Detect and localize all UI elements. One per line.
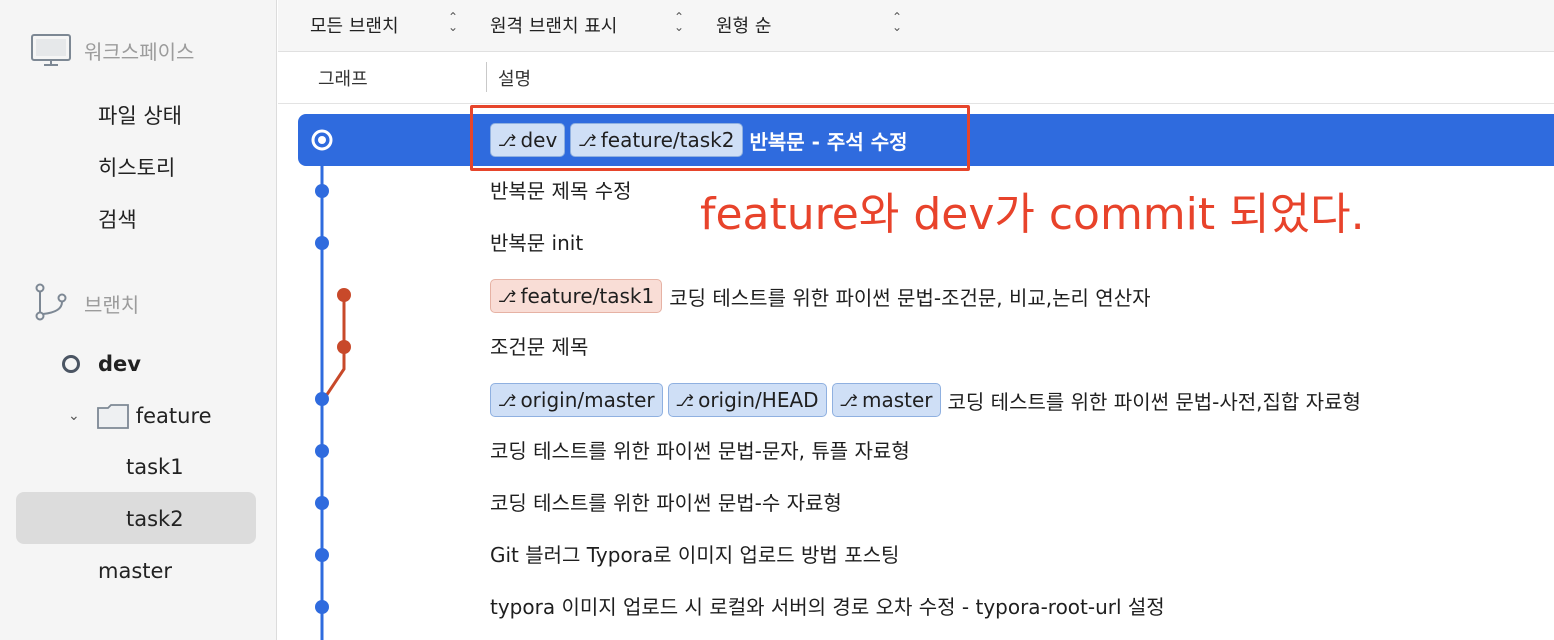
commit-row[interactable]: 코딩 테스트를 위한 파이썬 문법-수 자료형 [278, 466, 1554, 518]
commit-description: ⎇ feature/task1 코딩 테스트를 위한 파이썬 문법-조건문, 비교,… [490, 279, 1151, 313]
col-graph-header[interactable]: 그래프 [318, 65, 368, 91]
commit-message: Git 블러그 Typora로 이미지 업로드 방법 포스팅 [490, 543, 900, 567]
branch-tag[interactable]: ⎇ origin/HEAD [667, 383, 827, 417]
toolbar-header: 모든 브랜치 ⌃ ⌄ 원격 브랜치 표시 ⌃ ⌄ 원형 순 ⌃ ⌄ [278, 0, 1554, 52]
commit-description: 조건문 제목 [490, 331, 588, 360]
order-select[interactable]: 원형 순 [716, 12, 771, 38]
sidebar: 워크스페이스 파일 상태 히스토리 검색 브랜치 dev ⌄ feature t… [0, 0, 277, 640]
column-divider[interactable] [486, 62, 487, 92]
sidebar-branch-task1[interactable]: task1 [126, 455, 184, 479]
commit-row[interactable]: ⎇ origin/master ⎇ origin/HEAD ⎇ master 코딩 테스트를… [278, 362, 1554, 417]
col-desc-header[interactable]: 설명 [498, 65, 531, 91]
column-header: 그래프 설명 [278, 52, 1554, 104]
branch-tag-label: master [861, 388, 933, 412]
sidebar-item-file-status[interactable]: 파일 상태 [98, 100, 182, 130]
branch-tag[interactable]: ⎇ feature/task1 [490, 279, 663, 313]
updown-chevron-icon[interactable]: ⌃ ⌄ [448, 11, 458, 33]
show-remote-select[interactable]: 원격 브랜치 표시 [490, 12, 617, 38]
commit-row[interactable]: Git 블러그 Typora로 이미지 업로드 방법 포스팅 [278, 518, 1554, 570]
sidebar-branch-dev[interactable]: dev [62, 352, 141, 376]
branch-tag[interactable]: ⎇ master [831, 383, 941, 417]
commit-message: 코딩 테스트를 위한 파이썬 문법-문자, 튜플 자료형 [490, 439, 910, 463]
branch-icon: ⎇ [498, 286, 517, 306]
workspace-section[interactable]: 워크스페이스 [30, 32, 194, 68]
sidebar-folder-feature[interactable]: ⌄ feature [68, 402, 212, 430]
chevron-down-icon[interactable]: ⌄ [68, 408, 80, 424]
commit-description: Git 블러그 Typora로 이미지 업로드 방법 포스팅 [490, 539, 899, 568]
branch-dev-label: dev [98, 352, 141, 376]
all-branches-label: 모든 브랜치 [310, 16, 399, 37]
commit-row[interactable]: typora 이미지 업로드 시 로컬와 서버의 경로 오차 수정 - typo… [278, 570, 1554, 622]
folder-icon [96, 404, 129, 429]
commit-description: 반복문 init [490, 227, 583, 256]
commit-row[interactable]: 조건문 제목 [278, 310, 1554, 362]
commit-message: 코딩 테스트를 위한 파이썬 문법-사전,집합 자료형 [947, 389, 1361, 414]
commit-message: 조건문 제목 [490, 335, 589, 359]
commit-message: 코딩 테스트를 위한 파이썬 문법-조건문, 비교,논리 연산자 [669, 285, 1151, 310]
order-label: 원형 순 [716, 16, 772, 37]
updown-chevron-icon[interactable]: ⌃ ⌄ [674, 11, 684, 33]
branch-tag-label: origin/master [520, 388, 655, 412]
commit-description: ⎇ origin/master ⎇ origin/HEAD ⎇ master 코딩 테스트를… [490, 383, 1361, 417]
annotation-text: feature와 dev가 commit 되었다. [700, 189, 1365, 240]
branch-icon: ⎇ [498, 390, 517, 410]
branch-tag-label: origin/HEAD [698, 388, 819, 412]
monitor-icon [31, 34, 71, 66]
sidebar-branch-master[interactable]: master [98, 559, 172, 583]
commit-message: typora 이미지 업로드 시 로컬와 서버의 경로 오차 수정 - typo… [490, 595, 1165, 619]
branch-icon: ⎇ [839, 390, 858, 410]
commit-description: 코딩 테스트를 위한 파이썬 문법-수 자료형 [490, 487, 842, 516]
branch-tag[interactable]: ⎇ origin/master [490, 383, 663, 417]
sidebar-item-search[interactable]: 검색 [98, 204, 137, 234]
commit-row[interactable]: ⎇ feature/task1 코딩 테스트를 위한 파이썬 문법-조건문, 비교,… [278, 258, 1554, 313]
branches-section[interactable]: 브랜치 [30, 282, 139, 324]
commit-description: 반복문 제목 수정 [490, 175, 632, 204]
sidebar-item-history[interactable]: 히스토리 [98, 152, 175, 182]
current-branch-icon [62, 355, 80, 373]
all-branches-select[interactable]: 모든 브랜치 [310, 12, 399, 38]
commit-description: typora 이미지 업로드 시 로컬와 서버의 경로 오차 수정 - typo… [490, 591, 1165, 620]
branch-tag-label: feature/task1 [520, 284, 655, 308]
commit-row[interactable]: 코딩 테스트를 위한 파이썬 문법-문자, 튜플 자료형 [278, 414, 1554, 466]
workspace-label: 워크스페이스 [84, 39, 195, 64]
folder-feature-label: feature [135, 404, 212, 428]
commit-message: 반복문 제목 수정 [490, 179, 632, 203]
branches-label: 브랜치 [84, 292, 140, 317]
branch-icon [35, 283, 67, 321]
sidebar-branch-task2[interactable]: task2 [126, 507, 184, 531]
commit-message: 반복문 init [490, 231, 584, 255]
sourcetree-window: 워크스페이스 파일 상태 히스토리 검색 브랜치 dev ⌄ feature t… [0, 0, 1554, 640]
branch-icon: ⎇ [675, 390, 695, 410]
updown-chevron-icon[interactable]: ⌃ ⌄ [892, 11, 902, 33]
commit-description: 코딩 테스트를 위한 파이썬 문법-문자, 튜플 자료형 [490, 435, 910, 464]
highlight-box [470, 105, 970, 171]
show-remote-label: 원격 브랜치 표시 [490, 16, 618, 37]
commit-message: 코딩 테스트를 위한 파이썬 문법-수 자료형 [490, 491, 842, 515]
